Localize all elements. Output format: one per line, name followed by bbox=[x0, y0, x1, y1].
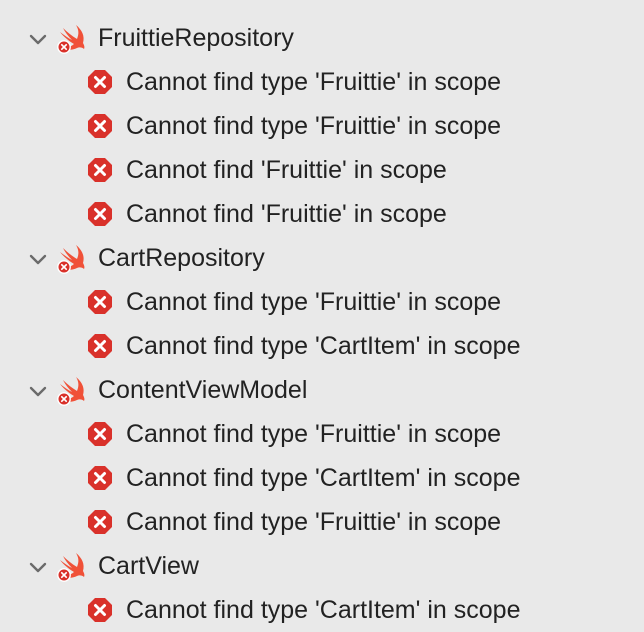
issue-row[interactable]: Cannot find type 'Fruittie' in scope bbox=[0, 280, 644, 324]
issue-message: Cannot find type 'Fruittie' in scope bbox=[126, 288, 502, 316]
clipped-previous-row bbox=[0, 0, 644, 14]
issue-message: Cannot find 'Fruittie' in scope bbox=[126, 200, 447, 228]
file-name: ContentViewModel bbox=[98, 376, 308, 404]
issue-message: Cannot find type 'Fruittie' in scope bbox=[126, 508, 502, 536]
issue-row[interactable]: Cannot find type 'Fruittie' in scope bbox=[0, 60, 644, 104]
swift-file-error-icon bbox=[55, 374, 89, 406]
issue-message: Cannot find type 'CartItem' in scope bbox=[126, 596, 521, 624]
issue-row[interactable]: Cannot find type 'CartItem' in scope bbox=[0, 456, 644, 500]
file-name: FruittieRepository bbox=[98, 24, 294, 52]
issue-row[interactable]: Cannot find type 'CartItem' in scope bbox=[0, 588, 644, 632]
error-icon bbox=[86, 68, 114, 96]
issue-row[interactable]: Cannot find type 'CartItem' in scope bbox=[0, 324, 644, 368]
swift-file-error-icon bbox=[55, 22, 89, 54]
chevron-down-icon[interactable] bbox=[27, 249, 49, 271]
issue-row[interactable]: Cannot find type 'Fruittie' in scope bbox=[0, 500, 644, 544]
issue-row[interactable]: Cannot find type 'Fruittie' in scope bbox=[0, 412, 644, 456]
issue-row[interactable]: Cannot find 'Fruittie' in scope bbox=[0, 192, 644, 236]
swift-file-error-icon bbox=[55, 550, 89, 582]
error-icon bbox=[86, 464, 114, 492]
error-icon bbox=[86, 596, 114, 624]
issue-message: Cannot find 'Fruittie' in scope bbox=[126, 156, 447, 184]
issue-row[interactable]: Cannot find 'Fruittie' in scope bbox=[0, 148, 644, 192]
error-icon bbox=[86, 508, 114, 536]
issue-row[interactable]: Cannot find type 'Fruittie' in scope bbox=[0, 104, 644, 148]
error-icon bbox=[86, 332, 114, 360]
issue-message: Cannot find type 'Fruittie' in scope bbox=[126, 420, 502, 448]
issue-message: Cannot find type 'CartItem' in scope bbox=[126, 332, 521, 360]
issue-navigator: FruittieRepository Cannot find type 'Frui… bbox=[0, 0, 644, 632]
error-icon bbox=[86, 288, 114, 316]
chevron-down-icon[interactable] bbox=[27, 381, 49, 403]
issue-message: Cannot find type 'CartItem' in scope bbox=[126, 464, 521, 492]
issue-group-list: FruittieRepository Cannot find type 'Frui… bbox=[0, 16, 644, 632]
chevron-down-icon[interactable] bbox=[27, 29, 49, 51]
file-row[interactable]: CartView bbox=[0, 544, 644, 588]
swift-file-error-icon bbox=[55, 242, 89, 274]
file-row[interactable]: FruittieRepository bbox=[0, 16, 644, 60]
issue-message: Cannot find type 'Fruittie' in scope bbox=[126, 68, 502, 96]
file-row[interactable]: ContentViewModel bbox=[0, 368, 644, 412]
issue-message: Cannot find type 'Fruittie' in scope bbox=[126, 112, 502, 140]
error-icon bbox=[86, 112, 114, 140]
file-name: CartRepository bbox=[98, 244, 265, 272]
chevron-down-icon[interactable] bbox=[27, 557, 49, 579]
file-row[interactable]: CartRepository bbox=[0, 236, 644, 280]
error-icon bbox=[86, 156, 114, 184]
error-icon bbox=[86, 420, 114, 448]
error-icon bbox=[86, 200, 114, 228]
file-name: CartView bbox=[98, 552, 199, 580]
